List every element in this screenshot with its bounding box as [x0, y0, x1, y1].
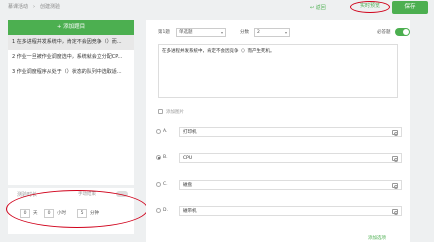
- camera-icon[interactable]: [392, 209, 399, 215]
- question-list-item[interactable]: 2 作业一旦被作业调度选中，系统就会立分配CP...: [8, 50, 134, 65]
- add-question-button[interactable]: + 添加题目: [8, 20, 134, 35]
- question-meta-row: 第1题 单选题 ▾ 分数 2 ▾ 必答题: [158, 28, 410, 38]
- breadcrumb-item: 创建测验: [40, 4, 61, 10]
- top-bar: 慕课活动 › 创建测验 ↩ 返回 实时预览 保存: [0, 0, 434, 16]
- chevron-down-icon: ▾: [220, 30, 223, 35]
- chevron-down-icon: ▾: [284, 30, 287, 35]
- question-stem-input[interactable]: 在多进程并发系统中，肯定不会因竞争（）而产生死机。: [158, 44, 398, 98]
- option-radio[interactable]: [156, 208, 161, 213]
- camera-icon[interactable]: [392, 130, 399, 136]
- option-row: B. CPU: [156, 153, 402, 163]
- required-label: 必答题: [377, 30, 391, 35]
- score-value: 2: [257, 30, 260, 35]
- question-list-panel: + 添加题目 1 在多进程并发系统中，肯定不会因竞争（）而... 2 作业一旦被…: [8, 20, 134, 185]
- question-editor: 第1题 单选题 ▾ 分数 2 ▾ 必答题 在多进程并发系统中，肯定不会因竞争（）…: [146, 20, 410, 242]
- camera-icon[interactable]: [392, 156, 399, 162]
- option-text: 磁盘: [183, 183, 192, 188]
- option-radio[interactable]: [156, 129, 161, 134]
- question-type-value: 单选题: [179, 30, 193, 35]
- option-row: C. 磁盘: [156, 180, 402, 190]
- add-image-button[interactable]: 添加图片: [158, 109, 184, 115]
- option-text: CPU: [183, 156, 193, 161]
- option-input[interactable]: 打印机: [179, 127, 402, 137]
- option-input[interactable]: CPU: [179, 153, 402, 163]
- back-label: 返回: [315, 5, 326, 11]
- option-text: 磁带机: [183, 209, 197, 214]
- back-arrow-icon: ↩: [310, 5, 315, 11]
- score-select[interactable]: 2 ▾: [254, 28, 290, 37]
- option-input[interactable]: 磁带机: [179, 206, 402, 216]
- required-toggle[interactable]: [395, 28, 410, 36]
- back-button[interactable]: ↩ 返回: [310, 4, 326, 11]
- score-label: 分数: [240, 30, 249, 35]
- image-icon: [158, 109, 163, 114]
- option-row: A. 打印机: [156, 127, 402, 137]
- option-letter: B.: [163, 155, 168, 160]
- camera-icon[interactable]: [392, 183, 399, 189]
- option-letter: D.: [163, 208, 168, 213]
- add-option-button[interactable]: 添加选项: [368, 235, 386, 241]
- highlight-ellipse: [6, 190, 148, 228]
- add-image-label: 添加图片: [166, 110, 184, 115]
- option-text: 打印机: [183, 130, 197, 135]
- breadcrumb: 慕课活动 › 创建测验: [8, 3, 60, 10]
- question-list-item[interactable]: 3 作业调度程序从处于（）状态的队列中选取适...: [8, 65, 134, 80]
- question-list-item[interactable]: 1 在多进程并发系统中，肯定不会因竞争（）而...: [8, 35, 134, 50]
- preview-button[interactable]: 实时预览: [350, 1, 390, 13]
- breadcrumb-item[interactable]: 慕课活动: [8, 4, 28, 10]
- option-letter: C.: [163, 182, 168, 187]
- option-letter: A.: [163, 129, 168, 134]
- question-number: 第1题: [158, 30, 170, 35]
- option-radio[interactable]: [156, 182, 161, 187]
- option-input[interactable]: 磁盘: [179, 180, 402, 190]
- save-button[interactable]: 保存: [392, 1, 428, 14]
- option-row: D. 磁带机: [156, 206, 402, 216]
- breadcrumb-separator: ›: [33, 4, 36, 10]
- question-type-select[interactable]: 单选题 ▾: [176, 28, 226, 37]
- toggle-knob: [403, 29, 409, 35]
- option-radio[interactable]: [156, 155, 161, 160]
